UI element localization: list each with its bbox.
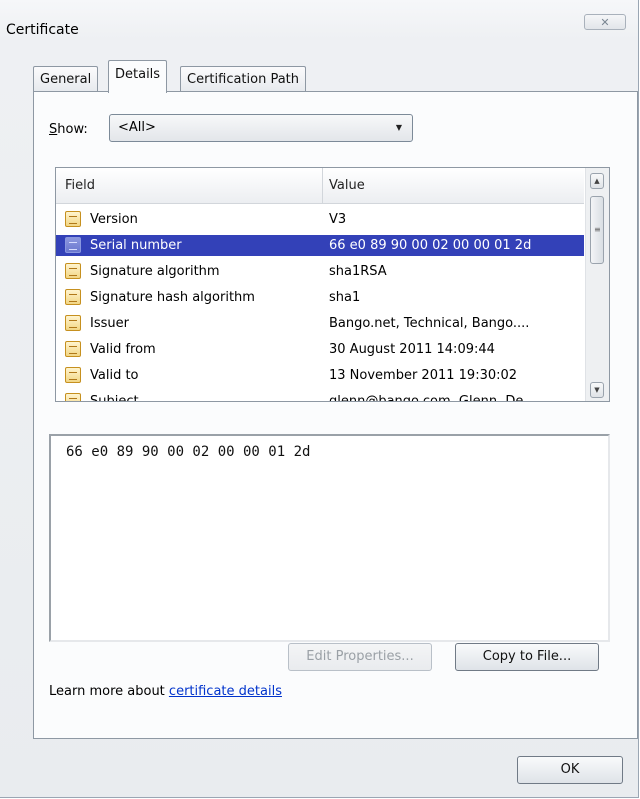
field-value: glenn@bango.com, Glenn, De...	[329, 394, 536, 402]
field-value: Bango.net, Technical, Bango....	[329, 316, 530, 331]
field-value: 66 e0 89 90 00 02 00 00 01 2d	[329, 238, 532, 253]
show-label: Show:	[49, 122, 88, 137]
certificate-field-icon	[65, 341, 81, 357]
list-item[interactable]: Issuer Bango.net, Technical, Bango....	[56, 313, 584, 334]
certificate-dialog: Certificate ✕ General Details Certificat…	[0, 0, 639, 798]
list-item[interactable]: Version V3	[56, 209, 584, 230]
list-item[interactable]: Subject glenn@bango.com, Glenn, De...	[56, 391, 584, 402]
certificate-field-icon	[65, 315, 81, 331]
show-select-value: <All>	[118, 120, 156, 135]
learn-more-prefix: Learn more about	[49, 684, 169, 699]
field-value: 30 August 2011 14:09:44	[329, 342, 495, 357]
show-select[interactable]: <All> ▼	[109, 114, 413, 142]
certificate-field-icon	[65, 211, 81, 227]
certificate-field-icon	[65, 237, 81, 253]
learn-more-text: Learn more about certificate details	[49, 684, 282, 699]
field-name: Valid to	[90, 368, 139, 383]
field-value: V3	[329, 212, 347, 227]
field-name: Signature algorithm	[90, 264, 220, 279]
field-value: sha1RSA	[329, 264, 387, 279]
ok-button[interactable]: OK	[517, 756, 623, 784]
tab-details-label: Details	[115, 67, 161, 82]
list-item[interactable]: Valid from 30 August 2011 14:09:44	[56, 339, 584, 360]
field-name: Serial number	[90, 238, 182, 253]
scroll-down-button[interactable]: ▼	[590, 382, 604, 398]
column-divider[interactable]	[322, 168, 323, 203]
certificate-field-icon	[65, 289, 81, 305]
copy-to-file-button[interactable]: Copy to File...	[455, 643, 599, 671]
close-icon: ✕	[600, 16, 610, 29]
field-name: Issuer	[90, 316, 129, 331]
certificate-field-icon	[65, 393, 81, 401]
tab-certification-path-label: Certification Path	[187, 72, 300, 87]
chevron-down-icon: ▼	[395, 123, 402, 132]
list-item[interactable]: Valid to 13 November 2011 19:30:02	[56, 365, 584, 386]
field-value-text: 66 e0 89 90 00 02 00 00 01 2d	[66, 444, 311, 460]
certificate-field-icon	[65, 367, 81, 383]
column-header-field[interactable]: Field	[65, 178, 95, 193]
vertical-scrollbar[interactable]: ▲ ≡ ▼	[585, 168, 609, 401]
list-item-selected[interactable]: Serial number 66 e0 89 90 00 02 00 00 01…	[56, 235, 584, 256]
field-name: Version	[90, 212, 138, 227]
field-value: 13 November 2011 19:30:02	[329, 368, 518, 383]
edit-properties-button[interactable]: Edit Properties...	[288, 643, 432, 671]
certificate-details-link[interactable]: certificate details	[169, 684, 282, 699]
tab-certification-path[interactable]: Certification Path	[180, 66, 307, 91]
show-label-rest: how:	[57, 122, 88, 137]
field-name: Subject	[90, 394, 139, 402]
window-title: Certificate	[6, 22, 79, 38]
tab-details[interactable]: Details	[108, 60, 168, 93]
field-value: sha1	[329, 290, 361, 305]
scroll-up-button[interactable]: ▲	[590, 173, 604, 189]
column-header-value[interactable]: Value	[329, 178, 365, 193]
close-button[interactable]: ✕	[584, 14, 626, 30]
list-header: Field Value	[56, 168, 584, 204]
certificate-field-icon	[65, 263, 81, 279]
scrollbar-thumb[interactable]: ≡	[590, 196, 604, 264]
list-item[interactable]: Signature algorithm sha1RSA	[56, 261, 584, 282]
field-name: Valid from	[90, 342, 156, 357]
field-list[interactable]: Field Value Version V3 Serial number 66 …	[55, 167, 610, 402]
tab-general-label: General	[40, 72, 92, 87]
tab-general[interactable]: General	[33, 66, 99, 91]
grip-icon: ≡	[594, 225, 601, 234]
field-name: Signature hash algorithm	[90, 290, 255, 305]
field-value-textbox[interactable]: 66 e0 89 90 00 02 00 00 01 2d	[49, 434, 610, 642]
list-item[interactable]: Signature hash algorithm sha1	[56, 287, 584, 308]
